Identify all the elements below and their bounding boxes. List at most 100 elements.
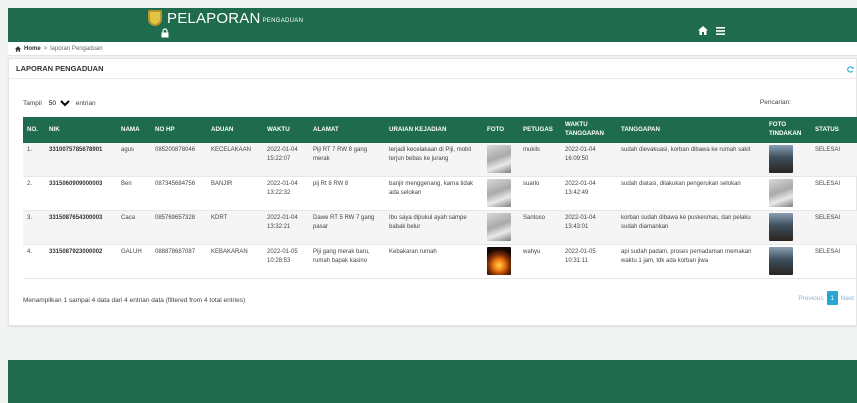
row-status: SELESAI [815, 215, 841, 221]
home-icon[interactable] [698, 26, 708, 35]
row-petugas: Santoso [523, 215, 546, 221]
row-aduan: KDRT [211, 215, 228, 221]
col-foto-tindakan[interactable]: FOTO TINDAKAN [765, 117, 811, 143]
table-row: 4. 3315087923000002 GALUH 088878687087 KEBAK… [23, 245, 857, 279]
col-nohp[interactable]: NO HP [151, 117, 207, 143]
card-title: LAPORAN PENGADUAN [9, 59, 856, 79]
row-aduan: KECELAKAAN [211, 147, 252, 153]
row-waktu: 2022-01-04 15:22:07 [267, 147, 298, 162]
report-photo[interactable] [487, 145, 511, 173]
row-nama: agus [121, 147, 135, 153]
row-status: SELESAI [815, 249, 841, 255]
row-petugas: mukils [523, 147, 541, 153]
row-uraian: Kebakaran rumah [389, 249, 437, 255]
search-label: Pencarian: [759, 99, 791, 106]
row-uraian: banjir menggenang, karna tidak ada selok… [389, 181, 474, 196]
report-photo[interactable] [487, 213, 511, 241]
table-row: 3. 3315087654300003 Caca 085769657328 KDRT 20… [23, 210, 857, 245]
page-size-label: Tampil [23, 100, 42, 107]
report-photo[interactable] [487, 179, 511, 207]
row-foto [483, 211, 519, 245]
pagination: Previous 1 Next [798, 291, 854, 305]
row-waktu-tanggapan: 2022-01-05 10:31:11 [565, 249, 596, 264]
table-info: Menampilkan 1 sampai 4 data dari 4 entri… [23, 297, 246, 304]
brand[interactable]: PELAPORAN PENGADUAN [148, 8, 303, 28]
page-size-select[interactable]: 50 [44, 99, 73, 108]
action-photo[interactable] [769, 179, 793, 207]
breadcrumb-separator: > [43, 45, 48, 52]
action-photo[interactable] [769, 213, 793, 241]
col-waktu-tanggapan[interactable]: WAKTU TANGGAPAN [561, 117, 617, 143]
col-no[interactable]: NO. [23, 117, 45, 143]
row-foto [483, 245, 519, 279]
col-tanggapan[interactable]: TANGGAPAN [617, 117, 765, 143]
breadcrumb-current: laporan Pengaduan [50, 45, 103, 52]
row-foto [483, 143, 519, 177]
row-no: 1. [27, 147, 33, 153]
col-status[interactable]: STATUS [811, 117, 857, 143]
row-no: 4. [27, 249, 33, 255]
row-petugas: wahyu [523, 249, 541, 255]
row-aduan: BANJIR [211, 181, 233, 187]
col-foto[interactable]: FOTO [483, 117, 519, 143]
page-size-suffix: entrian [75, 100, 96, 107]
report-table: NO. NIK NAMA NO HP ADUAN WAKTU ALAMAT UR… [23, 117, 857, 279]
page-button-current[interactable]: 1 [826, 291, 838, 305]
row-nik: 3315060909000003 [49, 181, 103, 187]
row-tanggapan: sudah dievakuasi, korban dibawa ke rumah… [621, 147, 751, 153]
row-alamat: Piji RT 7 RW 8 gang merak [313, 147, 368, 162]
row-uraian: terjadi kecelakaan di Piji, mobil terjun… [389, 147, 472, 162]
row-waktu-tanggapan: 2022-01-04 16:09:50 [565, 147, 596, 162]
row-hp: 087345684756 [155, 181, 196, 187]
previous-button[interactable]: Previous [798, 295, 823, 302]
row-alamat: pij Rt 8 RW 8 [313, 181, 349, 187]
row-uraian: Ibu saya dipukul ayah sampe babak belur [389, 215, 467, 230]
action-photo[interactable] [769, 145, 793, 173]
row-no: 3. [27, 215, 33, 221]
report-card: LAPORAN PENGADUAN Tampil 50 entrian Penc… [8, 58, 857, 326]
row-nama: Caca [121, 215, 136, 221]
col-nik[interactable]: NIK [45, 117, 117, 143]
table-row: 1. 3310075785678901 agus 085200878046 KECELA… [23, 143, 857, 177]
row-nik: 3315087923000002 [49, 249, 103, 255]
row-foto-tindakan [765, 143, 811, 177]
row-hp: 088878687087 [155, 249, 196, 255]
row-hp: 085200878046 [155, 147, 196, 153]
row-no: 2. [27, 181, 33, 187]
row-status: SELESAI [815, 181, 841, 187]
table-row: 2. 3315060909000003 Ben 087345684756 BANJIR 2… [23, 177, 857, 211]
row-hp: 085769657328 [155, 215, 196, 221]
refresh-icon[interactable] [847, 66, 854, 73]
lock-icon[interactable] [160, 28, 170, 38]
app-subtitle: PENGADUAN [262, 17, 304, 24]
col-alamat[interactable]: ALAMAT [309, 117, 385, 143]
col-aduan[interactable]: ADUAN [207, 117, 263, 143]
row-nama: Ben [121, 181, 132, 187]
row-aduan: KEBAKARAN [211, 249, 248, 255]
col-petugas[interactable]: PETUGAS [519, 117, 561, 143]
row-waktu: 2022-01-04 13:32:21 [267, 215, 298, 230]
row-nama: GALUH [121, 249, 142, 255]
row-alamat: Piji gang merak baru, rumah bapak kasino [313, 249, 370, 264]
row-waktu: 2022-01-04 13:22:32 [267, 181, 298, 196]
app-title: PELAPORAN [167, 9, 261, 27]
home-icon [15, 45, 21, 52]
row-foto-tindakan [765, 211, 811, 245]
row-tanggapan: sudah diatasi, dilakukan pengerukan selo… [621, 181, 741, 187]
breadcrumb-home[interactable]: Home [24, 46, 41, 52]
menu-icon[interactable] [716, 26, 725, 35]
breadcrumb: Home > laporan Pengaduan [8, 42, 857, 56]
action-photo[interactable] [769, 247, 793, 275]
row-status: SELESAI [815, 147, 841, 153]
col-waktu[interactable]: WAKTU [263, 117, 309, 143]
next-button[interactable]: Next [841, 295, 854, 302]
top-navbar: PELAPORAN PENGADUAN [8, 8, 857, 42]
row-nik: 3315087654300003 [49, 215, 103, 221]
row-alamat: Dawe RT 5 RW 7 gang pasar [313, 215, 375, 230]
row-petugas: suarlo [523, 181, 540, 187]
col-nama[interactable]: NAMA [117, 117, 151, 143]
report-photo[interactable] [487, 247, 511, 275]
row-waktu-tanggapan: 2022-01-04 13:43:01 [565, 215, 596, 230]
row-foto-tindakan [765, 177, 811, 211]
col-uraian[interactable]: URAIAN KEJADIAN [385, 117, 483, 143]
